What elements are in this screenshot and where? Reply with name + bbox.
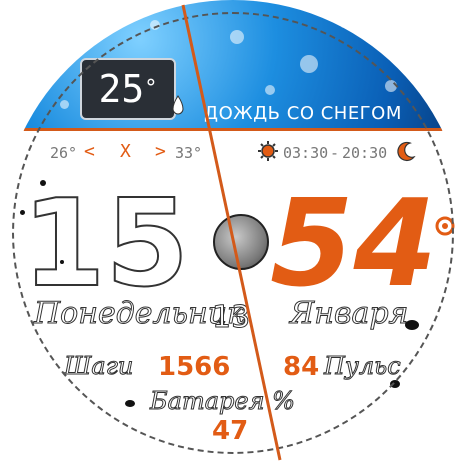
second-hand (181, 4, 282, 461)
